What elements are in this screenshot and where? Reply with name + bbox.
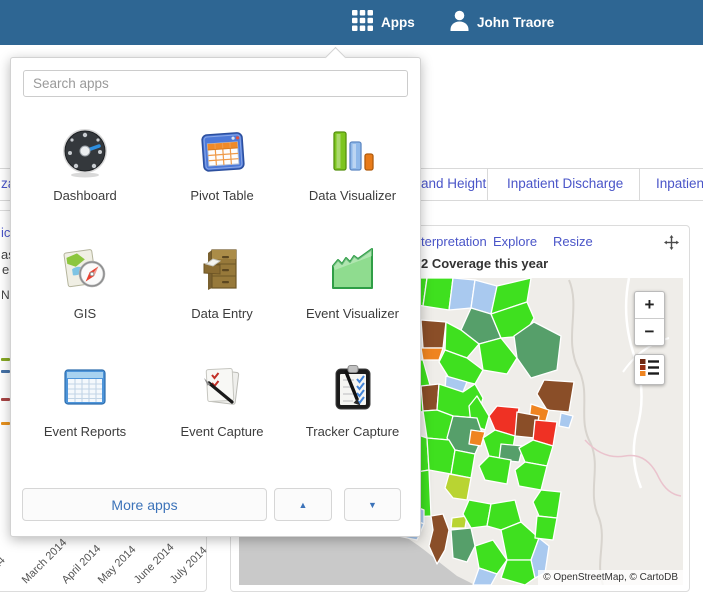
event-visualizer-icon [327, 244, 379, 296]
map-attribution: © OpenStreetMap, © CartoDB [538, 570, 683, 585]
more-apps-button[interactable]: More apps [22, 488, 267, 521]
search-input[interactable] [23, 70, 408, 97]
tab-separator [639, 169, 640, 200]
app-item-event-reports[interactable]: Event Reports [11, 354, 159, 472]
tracker-capture-icon [327, 362, 379, 414]
app-label: Event Visualizer [306, 306, 399, 321]
map-zoom-controls: + − [634, 291, 665, 346]
dashboard-icon [59, 126, 111, 178]
tab-inpatient[interactable]: Inpatient [656, 176, 703, 191]
apps-grid: Dashboard [11, 118, 420, 472]
chart-series-line [1, 398, 10, 401]
app-label: Data Visualizer [309, 188, 396, 203]
apps-menu-button[interactable]: Apps [352, 0, 415, 45]
x-axis-label: y 2014 [0, 554, 8, 587]
app-item-tracker-capture[interactable]: Tracker Capture [285, 354, 420, 472]
zoom-in-button[interactable]: + [635, 292, 664, 319]
screen: za and Height Inpatient Discharge Inpati… [0, 0, 703, 607]
app-label: Pivot Table [190, 188, 253, 203]
dropdown-caret [325, 47, 346, 68]
data-entry-icon [196, 244, 248, 296]
chart-series-line [1, 358, 10, 361]
event-reports-icon [59, 362, 111, 414]
zoom-out-button[interactable]: − [635, 319, 664, 345]
scroll-up-button[interactable]: ▲ [274, 488, 332, 521]
chart-card-link-fragment[interactable]: ic [1, 225, 10, 240]
interpretation-link[interactable]: terpretation [421, 234, 487, 249]
app-label: Data Entry [191, 306, 252, 321]
legend-icon [640, 358, 659, 381]
app-item-data-entry[interactable]: Data Entry [159, 236, 285, 354]
app-label: Event Reports [44, 424, 126, 439]
scroll-down-button[interactable]: ▼ [344, 488, 401, 521]
app-label: GIS [74, 306, 96, 321]
user-menu-button[interactable]: John Traore [450, 0, 554, 45]
user-icon [450, 10, 469, 36]
tab-inpatient-discharge[interactable]: Inpatient Discharge [507, 176, 623, 191]
pivot-table-icon [196, 126, 248, 178]
chart-card-text-fragment: e [2, 262, 9, 277]
tab-and-height[interactable]: and Height [421, 176, 486, 191]
user-name: John Traore [477, 15, 554, 30]
chart-card-text-fragment: N [1, 288, 10, 302]
app-item-event-visualizer[interactable]: Event Visualizer [285, 236, 420, 354]
gis-icon [59, 244, 111, 296]
move-icon[interactable] [664, 235, 679, 255]
data-visualizer-icon [327, 126, 379, 178]
app-label: Event Capture [180, 424, 263, 439]
map-title: 2 Coverage this year [421, 256, 548, 271]
event-capture-icon [196, 362, 248, 414]
apps-menu-label: Apps [381, 15, 415, 30]
chart-series-line [1, 422, 10, 425]
apps-dropdown: Dashboard [10, 57, 421, 537]
app-label: Dashboard [53, 188, 117, 203]
header-bar: Apps John Traore [0, 0, 703, 45]
app-item-data-visualizer[interactable]: Data Visualizer [285, 118, 420, 236]
resize-link[interactable]: Resize [553, 234, 593, 249]
legend-button[interactable] [634, 354, 665, 385]
explore-link[interactable]: Explore [493, 234, 537, 249]
app-item-event-capture[interactable]: Event Capture [159, 354, 285, 472]
apps-grid-icon [352, 10, 373, 36]
app-item-gis[interactable]: GIS [11, 236, 159, 354]
app-item-dashboard[interactable]: Dashboard [11, 118, 159, 236]
chart-series-line [1, 370, 10, 373]
app-item-pivot-table[interactable]: Pivot Table [159, 118, 285, 236]
tab-separator [487, 169, 488, 200]
app-label: Tracker Capture [306, 424, 399, 439]
